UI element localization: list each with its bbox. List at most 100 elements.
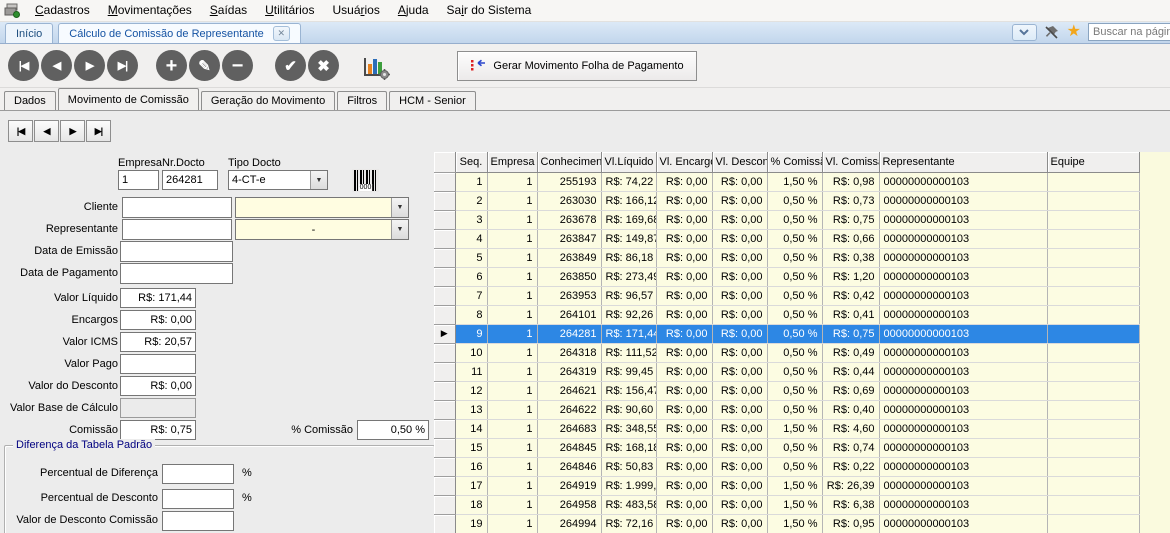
table-row[interactable]: 21263030R$: 166,12R$: 0,00R$: 0,000,50 %… bbox=[434, 191, 1139, 210]
chevron-down-icon[interactable]: ▼ bbox=[391, 198, 408, 217]
favorite-star-icon[interactable]: ★ bbox=[1067, 24, 1081, 40]
dbnav-next-button[interactable]: ▶ bbox=[60, 120, 85, 142]
tab-dados[interactable]: Dados bbox=[4, 91, 56, 110]
table-row[interactable]: 121264621R$: 156,47R$: 0,00R$: 0,000,50 … bbox=[434, 381, 1139, 400]
column-header-vl-l-quido[interactable]: Vl.Líquido bbox=[601, 152, 656, 172]
table-row[interactable]: 11255193R$: 74,22R$: 0,00R$: 0,001,50 %R… bbox=[434, 172, 1139, 191]
table-row[interactable]: 171264919R$: 1.999,37R$: 0,00R$: 0,001,5… bbox=[434, 476, 1139, 495]
menu-sa-das[interactable]: Saídas bbox=[201, 0, 256, 21]
pct-desconto-input[interactable] bbox=[162, 489, 234, 509]
next-button[interactable]: ▶ bbox=[74, 50, 105, 81]
table-row[interactable]: 31263678R$: 169,68R$: 0,00R$: 0,000,50 %… bbox=[434, 210, 1139, 229]
column-header-vl-comiss-o[interactable]: Vl. Comissão bbox=[822, 152, 879, 172]
cell-vl-desconto: R$: 0,00 bbox=[712, 305, 767, 324]
table-row[interactable]: 81264101R$: 92,26R$: 0,00R$: 0,000,50 %R… bbox=[434, 305, 1139, 324]
column-header-empresa[interactable]: Empresa bbox=[487, 152, 537, 172]
empresa-input[interactable] bbox=[118, 170, 159, 190]
representante-combobox[interactable]: - ▼ bbox=[235, 219, 409, 240]
last-button[interactable]: ▶| bbox=[107, 50, 138, 81]
column-header-equipe[interactable]: Equipe bbox=[1047, 152, 1139, 172]
comissao-input[interactable] bbox=[120, 420, 196, 440]
unpin-icon[interactable] bbox=[1044, 24, 1060, 40]
table-row[interactable]: 61263850R$: 273,49R$: 0,00R$: 0,000,50 %… bbox=[434, 267, 1139, 286]
menu-usu-rios[interactable]: Usuários bbox=[323, 0, 388, 21]
valor-pago-input[interactable] bbox=[120, 354, 196, 374]
chart-settings-icon[interactable] bbox=[361, 51, 391, 81]
menu-ajuda[interactable]: Ajuda bbox=[389, 0, 438, 21]
cliente-code-input[interactable] bbox=[122, 197, 232, 218]
table-row[interactable]: 111264319R$: 99,45R$: 0,00R$: 0,000,50 %… bbox=[434, 362, 1139, 381]
menu-movimenta-es[interactable]: Movimentações bbox=[99, 0, 201, 21]
table-row[interactable]: 141264683R$: 348,55R$: 0,00R$: 0,001,50 … bbox=[434, 419, 1139, 438]
pct-diferenca-input[interactable] bbox=[162, 464, 234, 484]
menu-sair-do-sistema[interactable]: Sair do Sistema bbox=[438, 0, 541, 21]
valor-icms-input[interactable] bbox=[120, 332, 196, 352]
generate-payroll-movement-button[interactable]: Gerar Movimento Folha de Pagamento bbox=[457, 51, 697, 81]
table-row[interactable]: 131264622R$: 90,60R$: 0,00R$: 0,000,50 %… bbox=[434, 400, 1139, 419]
tab-gera-o-do-movimento[interactable]: Geração do Movimento bbox=[201, 91, 335, 110]
barcode-icon[interactable]: 000 bbox=[352, 169, 379, 192]
close-tab-icon[interactable]: ✕ bbox=[273, 26, 290, 41]
search-input[interactable] bbox=[1088, 23, 1170, 41]
cell-equipe bbox=[1047, 457, 1139, 476]
table-row[interactable]: 51263849R$: 86,18R$: 0,00R$: 0,000,50 %R… bbox=[434, 248, 1139, 267]
cell-comiss-o: 0,50 % bbox=[767, 229, 822, 248]
post-button[interactable]: ✔ bbox=[275, 50, 306, 81]
data-pagamento-input[interactable] bbox=[120, 263, 233, 284]
table-row[interactable]: 71263953R$: 96,57R$: 0,00R$: 0,000,50 %R… bbox=[434, 286, 1139, 305]
table-row[interactable]: 101264318R$: 111,52R$: 0,00R$: 0,000,50 … bbox=[434, 343, 1139, 362]
dbnav-last-button[interactable]: ▶| bbox=[86, 120, 111, 142]
tab-filtros[interactable]: Filtros bbox=[337, 91, 387, 110]
cliente-combobox[interactable]: ▼ bbox=[235, 197, 409, 218]
column-header-vl-encargos[interactable]: Vl. Encargos bbox=[656, 152, 712, 172]
menu-utilit-rios[interactable]: Utilitários bbox=[256, 0, 323, 21]
edit-button[interactable]: ✎ bbox=[189, 50, 220, 81]
tab-movimento-de-comiss-o[interactable]: Movimento de Comissão bbox=[58, 88, 199, 110]
prior-button[interactable]: ◀ bbox=[41, 50, 72, 81]
encargos-input[interactable] bbox=[120, 310, 196, 330]
commission-grid-panel: Seq.EmpresaConhecimentoVl.LíquidoVl. Enc… bbox=[434, 152, 1170, 533]
cell-vl-encargos: R$: 0,00 bbox=[656, 514, 712, 533]
table-row[interactable]: ▶91264281R$: 171,44R$: 0,00R$: 0,000,50 … bbox=[434, 324, 1139, 343]
tab-overflow-button[interactable] bbox=[1012, 24, 1037, 41]
valor-desconto-input[interactable] bbox=[120, 376, 196, 396]
cell-vl-desconto: R$: 0,00 bbox=[712, 191, 767, 210]
chevron-down-icon[interactable]: ▼ bbox=[310, 171, 327, 189]
tab-calculo-comissao[interactable]: Cálculo de Comissão de Representante ✕ bbox=[58, 23, 300, 43]
tab-inicio[interactable]: Início bbox=[5, 23, 53, 43]
table-row[interactable]: 161264846R$: 50,83R$: 0,00R$: 0,000,50 %… bbox=[434, 457, 1139, 476]
table-row[interactable]: 191264994R$: 72,16R$: 0,00R$: 0,001,50 %… bbox=[434, 514, 1139, 533]
first-button[interactable]: |◀ bbox=[8, 50, 39, 81]
table-row[interactable]: 151264845R$: 168,18R$: 0,00R$: 0,000,50 … bbox=[434, 438, 1139, 457]
cell-representante: 00000000000103 bbox=[879, 305, 1047, 324]
column-header-vl-desconto[interactable]: Vl. Desconto bbox=[712, 152, 767, 172]
insert-button[interactable]: + bbox=[156, 50, 187, 81]
chevron-down-icon[interactable]: ▼ bbox=[391, 220, 408, 239]
table-row[interactable]: 181264958R$: 483,58R$: 0,00R$: 0,001,50 … bbox=[434, 495, 1139, 514]
dbnav-prior-button[interactable]: ◀ bbox=[34, 120, 59, 142]
indicator-column-header bbox=[434, 152, 455, 172]
delete-button[interactable]: − bbox=[222, 50, 253, 81]
valor-desconto-comissao-input[interactable] bbox=[162, 511, 234, 531]
table-row[interactable]: 41263847R$: 149,87R$: 0,00R$: 0,000,50 %… bbox=[434, 229, 1139, 248]
tab-hcm-senior[interactable]: HCM - Senior bbox=[389, 91, 476, 110]
column-header-seq[interactable]: Seq. bbox=[455, 152, 487, 172]
cell-vl-encargos: R$: 0,00 bbox=[656, 267, 712, 286]
cancel-button[interactable]: ✖ bbox=[308, 50, 339, 81]
valor-liquido-input[interactable] bbox=[120, 288, 196, 308]
cell-vl-l-quido: R$: 50,83 bbox=[601, 457, 656, 476]
cell-vl-comiss-o: R$: 0,75 bbox=[822, 324, 879, 343]
tipo-docto-combobox[interactable]: 4-CT-e ▼ bbox=[228, 170, 328, 190]
column-header-conhecimento[interactable]: Conhecimento bbox=[537, 152, 601, 172]
column-header-comiss-o[interactable]: % Comissão bbox=[767, 152, 822, 172]
label-pct-diferenca: Percentual de Diferença bbox=[13, 467, 158, 479]
representante-code-input[interactable] bbox=[122, 219, 232, 240]
data-emissao-input[interactable] bbox=[120, 241, 233, 262]
cell-vl-l-quido: R$: 168,18 bbox=[601, 438, 656, 457]
nr-docto-input[interactable] bbox=[162, 170, 218, 190]
dbnav-first-button[interactable]: |◀ bbox=[8, 120, 33, 142]
column-header-representante[interactable]: Representante bbox=[879, 152, 1047, 172]
cell-equipe bbox=[1047, 438, 1139, 457]
menu-cadastros[interactable]: Cadastros bbox=[26, 0, 99, 21]
pct-comissao-input[interactable] bbox=[357, 420, 429, 440]
